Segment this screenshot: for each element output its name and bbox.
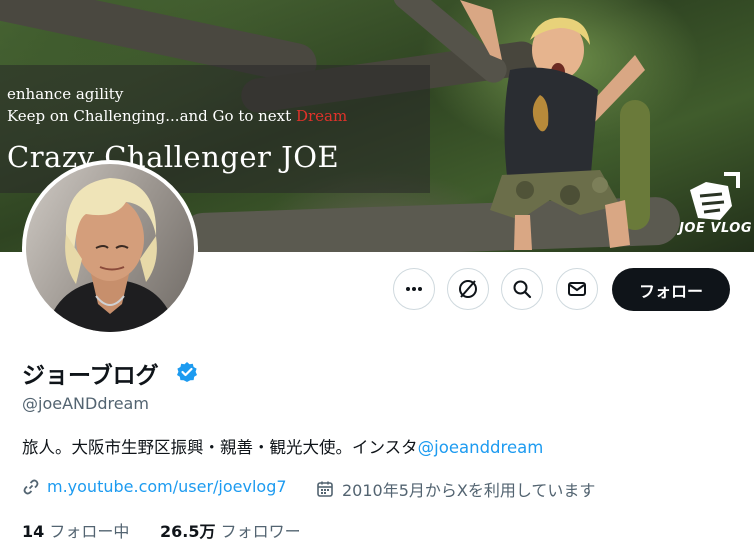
message-button[interactable] (556, 268, 598, 310)
link-icon (23, 479, 39, 494)
following-count: 14 (22, 522, 45, 541)
grok-icon (459, 280, 477, 298)
profile-joined: 2010年5月からXを利用しています (316, 477, 595, 501)
profile-name: ジョーブログ (22, 363, 159, 389)
search-icon (513, 280, 532, 299)
message-icon (568, 282, 586, 296)
following-stat[interactable]: 14 フォロー中 (22, 518, 129, 542)
avatar[interactable] (22, 160, 198, 336)
website-link[interactable]: m.youtube.com/user/joevlog7 (47, 477, 287, 496)
banner-subtitle: Keep on Challenging...and Go to next Dre… (7, 107, 348, 125)
joe-vlog-logo-text: JOE VLOG (679, 221, 752, 236)
grok-button[interactable] (447, 268, 489, 310)
search-button[interactable] (501, 268, 543, 310)
banner-person (460, 0, 645, 250)
avatar-image (26, 164, 194, 332)
profile-website: m.youtube.com/user/joevlog7 (22, 477, 287, 496)
banner-tagline: enhance agility (7, 85, 124, 103)
more-button[interactable] (393, 268, 435, 310)
joined-date: 2010年5月からXを利用しています (342, 481, 596, 500)
calendar-icon (317, 481, 333, 497)
profile-bio: 旅人。大阪市生野区振興・親善・観光大使。インスタ@joeanddream (22, 438, 544, 457)
bio-instagram-link[interactable]: @joeanddream (418, 438, 544, 457)
more-icon (406, 287, 422, 291)
followers-stat[interactable]: 26.5万 フォロワー (160, 518, 301, 542)
banner-title: Crazy Challenger JOE (7, 140, 340, 174)
avatar-person (46, 178, 176, 332)
following-label: フォロー中 (49, 522, 130, 541)
follow-button[interactable]: フォロー (612, 268, 730, 311)
followers-label: フォロワー (220, 522, 301, 541)
verified-badge-icon[interactable] (176, 361, 198, 383)
followers-count: 26.5万 (160, 522, 216, 541)
profile-handle: @joeANDdream (22, 394, 149, 413)
